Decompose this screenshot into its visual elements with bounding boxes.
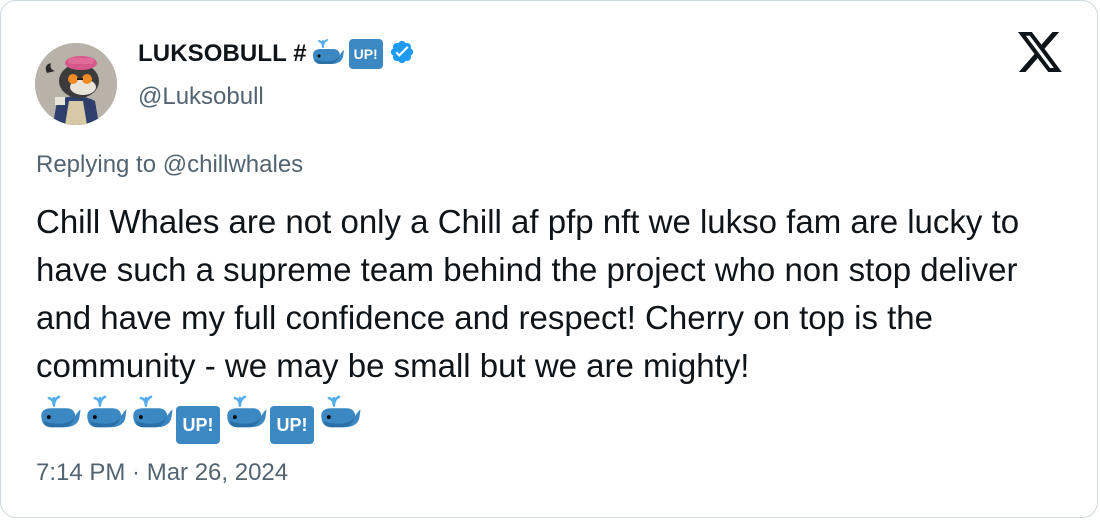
emoji-row: UP! UP!: [36, 395, 362, 444]
up-button-emoji: UP!: [270, 406, 314, 444]
tweet-text: Chill Whales are not only a Chill af pfp…: [36, 198, 1076, 444]
reply-prefix: Replying to: [36, 151, 157, 178]
tweet-timestamp[interactable]: 7:14 PM · Mar 26, 2024: [36, 459, 288, 487]
reply-context: Replying to @chillwhales: [36, 151, 303, 179]
spouting-whale-icon: [316, 393, 362, 444]
spouting-whale-icon: [82, 393, 128, 444]
avatar[interactable]: [35, 43, 117, 125]
author-row[interactable]: LUKSOBULL # UP!: [138, 37, 415, 72]
tweet-body: Chill Whales are not only a Chill af pfp…: [36, 203, 1020, 384]
spouting-whale-icon: [309, 37, 345, 72]
x-logo-icon[interactable]: [1016, 30, 1064, 74]
author-name[interactable]: LUKSOBULL #: [138, 40, 307, 68]
reply-to-link[interactable]: @chillwhales: [163, 151, 303, 178]
verified-badge-icon[interactable]: [389, 39, 415, 70]
author-handle[interactable]: @Luksobull: [138, 83, 264, 111]
tweet-card[interactable]: LUKSOBULL # UP! @Luksobull Replying to @…: [0, 0, 1098, 518]
spouting-whale-icon: [128, 393, 174, 444]
spouting-whale-icon: [36, 393, 82, 444]
up-button-emoji: UP!: [176, 406, 220, 444]
up-button-emoji: UP!: [348, 39, 383, 69]
spouting-whale-icon: [222, 393, 268, 444]
